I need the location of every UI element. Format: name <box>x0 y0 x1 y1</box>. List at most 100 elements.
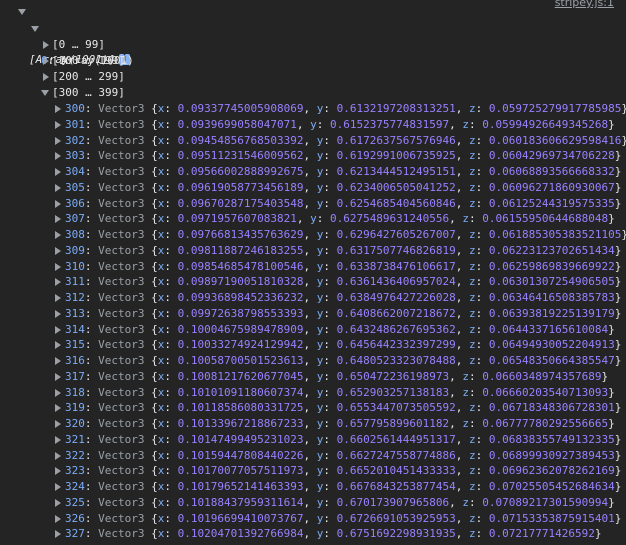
collapse-triangle-icon[interactable] <box>55 372 61 381</box>
vector-entry-row[interactable]: 327: Vector3 {x: 0.10204701392766984, y:… <box>0 526 626 542</box>
expand-triangle-icon[interactable] <box>18 9 26 15</box>
range-group-row[interactable]: [0 … 99] <box>0 37 626 53</box>
vector-entry-row[interactable]: 308: Vector3 {x: 0.09766813435763629, y:… <box>0 227 626 243</box>
collapse-triangle-icon[interactable] <box>55 246 61 255</box>
prop-z-key: z <box>469 322 476 336</box>
sep: : <box>323 180 337 194</box>
collapse-triangle-icon[interactable] <box>55 215 61 224</box>
value-x: 0.10204701392766984 <box>177 527 304 541</box>
brace-open: { <box>144 102 158 115</box>
collapse-triangle-icon[interactable] <box>55 294 61 302</box>
expand-triangle-icon[interactable] <box>41 90 49 96</box>
collapse-triangle-icon[interactable] <box>43 41 49 49</box>
sep: : <box>475 432 489 446</box>
vector-entry-row[interactable]: 322: Vector3 {x: 0.10159447808440226, y:… <box>0 448 626 464</box>
collapse-triangle-icon[interactable] <box>43 73 49 81</box>
value-z: 0.060183606629598416 <box>488 133 622 147</box>
vector-entry-row[interactable]: 316: Vector3 {x: 0.10058700501523613, y:… <box>0 353 626 369</box>
collapse-triangle-icon[interactable] <box>55 168 61 176</box>
collapse-triangle-icon[interactable] <box>55 120 61 129</box>
value-x: 0.09454856768503392 <box>177 133 304 147</box>
sep: , <box>455 259 470 273</box>
collapse-triangle-icon[interactable] <box>55 262 61 271</box>
brace-open: { <box>144 385 158 399</box>
range-group-row[interactable]: [100 … 199] <box>0 53 626 69</box>
vector-entry-row[interactable]: 309: Vector3 {x: 0.09811887246183255, y:… <box>0 243 626 259</box>
type-name: Vector3 <box>98 401 145 415</box>
vector-entry-row[interactable]: 326: Vector3 {x: 0.10196699410073767, y:… <box>0 511 626 527</box>
vector-entry-row[interactable]: 300: Vector3 {x: 0.09337745005908069, y:… <box>0 101 626 117</box>
range-group-row[interactable]: [300 … 399] <box>0 85 626 101</box>
value-y: 0.6338738476106617 <box>336 259 456 273</box>
value-z: 0.05994926649345268 <box>482 117 609 131</box>
vector-entry-row[interactable]: 323: Vector3 {x: 0.10170077057511973, y:… <box>0 463 626 479</box>
range-group-row[interactable]: [200 … 299] <box>0 69 626 85</box>
item-index: 308 <box>65 228 85 241</box>
brace-close: } <box>621 102 626 115</box>
vector-entry-row[interactable]: 305: Vector3 {x: 0.09619058773456189, y:… <box>0 180 626 196</box>
collapse-triangle-icon[interactable] <box>55 136 61 145</box>
sep: : <box>323 165 337 178</box>
sep: : <box>475 464 489 478</box>
sep: , <box>455 196 470 210</box>
vector-entry-row[interactable]: 304: Vector3 {x: 0.09566002888992675, y:… <box>0 164 626 180</box>
vector-entry-row[interactable]: 312: Vector3 {x: 0.09936898452336232, y:… <box>0 290 626 306</box>
collapse-triangle-icon[interactable] <box>55 467 61 476</box>
vector-entry-row[interactable]: 320: Vector3 {x: 0.10133967218867233, y:… <box>0 416 626 432</box>
vector-entry-row[interactable]: 317: Vector3 {x: 0.10081217620677045, y:… <box>0 369 626 385</box>
value-y: 0.6361436406957024 <box>336 275 456 289</box>
colon: : <box>84 275 99 289</box>
value-z: 0.06838355749132335 <box>488 432 615 446</box>
vector-entry-row[interactable]: 313: Vector3 {x: 0.09972638798553393, y:… <box>0 306 626 322</box>
vector-entry-row[interactable]: 315: Vector3 {x: 0.10033274924129942, y:… <box>0 337 626 353</box>
collapse-triangle-icon[interactable] <box>55 451 61 460</box>
collapse-triangle-icon[interactable] <box>55 152 61 161</box>
collapse-triangle-icon[interactable] <box>55 199 61 208</box>
source-link[interactable]: stripey.js:1 <box>555 0 614 11</box>
collapse-triangle-icon[interactable] <box>55 357 61 365</box>
vector-entry-row[interactable]: 311: Vector3 {x: 0.09897190051810328, y:… <box>0 274 626 290</box>
brace-open: { <box>144 291 158 304</box>
vector-entry-row[interactable]: 319: Vector3 {x: 0.10118586080331725, y:… <box>0 400 626 416</box>
collapse-triangle-icon[interactable] <box>55 388 61 397</box>
collapse-triangle-icon[interactable] <box>55 105 61 113</box>
sep: : <box>475 133 489 147</box>
vector-entry-row[interactable]: 324: Vector3 {x: 0.10179652141463393, y:… <box>0 479 626 495</box>
collapse-triangle-icon[interactable] <box>55 530 61 539</box>
sep: , <box>455 448 470 462</box>
vector-entry-row[interactable]: 301: Vector3 {x: 0.0939699058047071, y: … <box>0 117 626 133</box>
vector-entry-row[interactable]: 307: Vector3 {x: 0.0971957607083821, y: … <box>0 211 626 227</box>
collapse-triangle-icon[interactable] <box>55 325 61 334</box>
value-y: 0.6384976427226028 <box>336 291 456 304</box>
collapse-triangle-icon[interactable] <box>55 231 61 239</box>
collapse-triangle-icon[interactable] <box>55 435 61 444</box>
sep: : <box>164 385 178 399</box>
collapse-triangle-icon[interactable] <box>55 183 61 192</box>
vector-entry-row[interactable]: 325: Vector3 {x: 0.10188437959311614, y:… <box>0 495 626 511</box>
vector-entry-row[interactable]: 303: Vector3 {x: 0.09511231546009562, y:… <box>0 148 626 164</box>
collapse-triangle-icon[interactable] <box>55 278 61 287</box>
array-entry-row[interactable]: 0: Array(1001) <box>0 21 626 67</box>
sep: : <box>323 432 337 446</box>
value-x: 0.10081217620677045 <box>177 369 304 383</box>
vector-entry-row[interactable]: 314: Vector3 {x: 0.10004675989478909, y:… <box>0 322 626 338</box>
collapse-triangle-icon[interactable] <box>55 498 61 507</box>
collapse-triangle-icon[interactable] <box>55 514 61 523</box>
value-y: 0.6602561444951317 <box>336 432 456 446</box>
collapse-triangle-icon[interactable] <box>43 57 49 65</box>
collapse-triangle-icon[interactable] <box>55 341 61 350</box>
vector-entry-row[interactable]: 318: Vector3 {x: 0.10101091180607374, y:… <box>0 385 626 401</box>
collapse-triangle-icon[interactable] <box>55 404 61 413</box>
value-y: 0.652903257138183 <box>336 385 450 399</box>
vector-entry-row[interactable]: 321: Vector3 {x: 0.10147499495231023, y:… <box>0 432 626 448</box>
collapse-triangle-icon[interactable] <box>55 420 61 428</box>
sep: : <box>475 259 489 273</box>
collapse-triangle-icon[interactable] <box>55 483 61 491</box>
collapse-triangle-icon[interactable] <box>55 309 61 318</box>
vector-entry-row[interactable]: 302: Vector3 {x: 0.09454856768503392, y:… <box>0 133 626 149</box>
vector-entry-row[interactable]: 306: Vector3 {x: 0.09670287175403548, y:… <box>0 196 626 212</box>
vector-entry-row[interactable]: 310: Vector3 {x: 0.09854685478100546, y:… <box>0 259 626 275</box>
brace-open: { <box>144 228 158 241</box>
expand-triangle-icon[interactable] <box>31 26 39 32</box>
prop-z-key: z <box>469 291 476 304</box>
